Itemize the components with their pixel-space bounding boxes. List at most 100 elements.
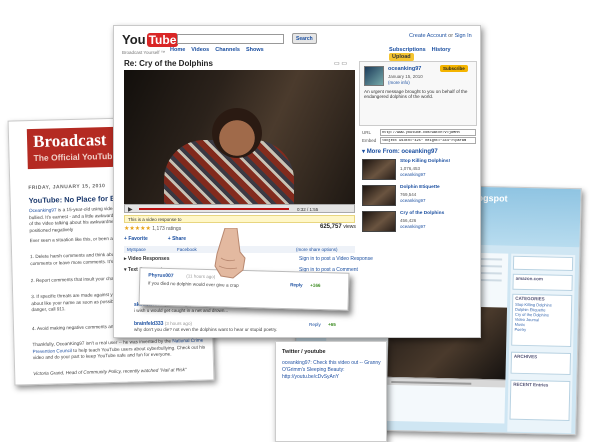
related-video-thumbnail[interactable] [362, 185, 396, 206]
more-info-link[interactable]: (more info) [388, 80, 410, 85]
related-video[interactable]: Cry of the Dolphins 456,426 oceanking97 [362, 211, 477, 233]
channel-date: January 15, 2010 [388, 74, 423, 79]
reply-link[interactable]: Reply [309, 322, 321, 327]
or-text: or [448, 33, 454, 39]
url-field[interactable] [380, 129, 476, 136]
account-links: Create Account or Sign In [409, 33, 472, 39]
related-video-author[interactable]: oceanking97 [400, 172, 426, 177]
main-nav: Home Videos Channels Shows [170, 47, 270, 53]
logo-tube: Tube [146, 33, 179, 47]
user-nav: Subscriptions HistoryUpload [389, 47, 480, 61]
ratings-count: 1,173 ratings [152, 226, 182, 232]
archives-box: ARCHIVES [510, 351, 572, 376]
related-video-title[interactable]: Cry of the Dolphins [400, 211, 475, 216]
search-input[interactable] [177, 34, 284, 44]
more-from-heading[interactable]: ▾ More From: oceanking97 [362, 148, 438, 155]
nav-home[interactable]: Home [170, 47, 185, 53]
comment-votes: +166 [310, 282, 321, 288]
view-count: 625,757 views [320, 224, 356, 230]
share-facebook[interactable]: Facebook [177, 247, 197, 252]
related-video-title[interactable]: Stop Killing Dolphins! [400, 159, 475, 164]
recent-entries-box: RECENT Entries [509, 379, 571, 422]
twitter-card: Twitter / youtube oceanking97: Check thi… [275, 341, 387, 442]
comment-text: why don't you die? not even the dolphins… [134, 327, 278, 332]
video-responses-label: Video Responses [127, 256, 170, 262]
blog-header-subtitle: The Official YouTub [33, 150, 113, 163]
more-share-options[interactable]: (more share options) [296, 247, 338, 252]
archives-heading: ARCHIVES [513, 353, 538, 360]
rating-stars-icon[interactable]: ★★★★★ [124, 226, 151, 232]
nav-history[interactable]: History [432, 47, 451, 53]
comment-item: brainfeld333 (3 hours ago) why don't you… [134, 321, 355, 332]
comment-date: (3 hours ago) [164, 321, 193, 326]
video-player[interactable] [124, 70, 355, 204]
player-controls[interactable]: ▶ 0:32 / 1:55 [124, 204, 355, 213]
play-icon[interactable]: ▶ [128, 206, 133, 213]
hand-icon [214, 228, 246, 279]
related-video[interactable]: Stop Killing Dolphins! 1,076,453 oceanki… [362, 159, 477, 181]
amazon-widget[interactable]: amazon.com [512, 273, 573, 292]
subscribe-button[interactable]: Subscribe [440, 65, 468, 72]
nav-channels[interactable]: Channels [215, 47, 240, 53]
favorite-button[interactable]: + Favorite [124, 236, 158, 242]
view-count-value: 625,757 [320, 224, 342, 230]
oceanking-link[interactable]: Oceanking97 [29, 207, 57, 213]
views-label: views [343, 224, 356, 230]
upload-button[interactable]: Upload [389, 53, 414, 61]
twitter-header[interactable]: Twitter / youtube [282, 349, 326, 355]
embed-field[interactable] [380, 137, 476, 144]
share-button[interactable]: + Share [168, 236, 196, 242]
view-size-icons[interactable]: ▭ ▭ [334, 60, 347, 67]
category-link[interactable]: Poetry [512, 327, 570, 333]
channel-box: oceanking97 January 15, 2010 (more info)… [359, 61, 477, 126]
url-field-row: URL [362, 129, 476, 136]
tweet-text[interactable]: oceanking97: Check this video out -- Gra… [282, 360, 382, 381]
comment-votes: +65 [328, 322, 336, 327]
video-responses-section: ▸ Video Responses Sign in to post a Vide… [124, 256, 373, 262]
more-from-label: More From: oceanking97 [366, 149, 438, 155]
url-label: URL [362, 130, 372, 135]
progress-bar[interactable] [139, 208, 289, 210]
post-date: FRIDAY, JANUARY 15, 2010 [28, 183, 106, 192]
embed-label: Embed [362, 138, 377, 143]
recent-entries-heading: RECENT Entries [513, 381, 549, 388]
rating: ★★★★★ 1,173 ratings [124, 225, 181, 232]
sign-in-link[interactable]: Sign In [455, 33, 472, 39]
categories-box: CATEGORIES Stop Killing Dolphins Dolphin… [511, 293, 573, 348]
related-video-thumbnail[interactable] [362, 159, 396, 180]
time-display: 0:32 / 1:55 [297, 206, 319, 212]
blogspot-sidebar: amazon.com CATEGORIES Stop Killing Dolph… [507, 253, 576, 434]
related-video-author[interactable]: oceanking97 [400, 198, 426, 203]
share-myspace[interactable]: MySpace [127, 247, 146, 252]
create-account-link[interactable]: Create Account [409, 33, 447, 39]
related-video-author[interactable]: oceanking97 [400, 224, 426, 229]
related-video-title[interactable]: Dolphin Etiquette [400, 185, 475, 190]
video-responses-heading[interactable]: ▸ Video Responses [124, 256, 170, 262]
blog-header-title: Broadcast [32, 130, 107, 151]
search-button[interactable]: Search [292, 33, 317, 44]
post-signature: Victoria Grand, Head of Community Policy… [33, 367, 187, 377]
channel-description: An urgent message brought to you on beha… [364, 89, 468, 99]
video-frame-head [212, 108, 262, 158]
nav-videos[interactable]: Videos [191, 47, 209, 53]
post-paragraph-7: Thankfully, OceanKing97 isn't a real use… [32, 337, 212, 361]
video-response-notice: This is a video response to [124, 215, 355, 223]
reply-link[interactable]: Reply [290, 282, 303, 287]
sidebar-box-top [512, 255, 574, 272]
nav-shows[interactable]: Shows [246, 47, 264, 53]
related-video-thumbnail[interactable] [362, 211, 396, 232]
amazon-label: amazon.com [515, 275, 544, 282]
related-video-views: 456,426 [400, 218, 417, 223]
share-label: Share [172, 236, 186, 242]
related-video-views: 769,544 [400, 192, 417, 197]
logo-you: You [122, 32, 146, 47]
video-actions: + Favorite + Share [124, 236, 206, 242]
post-video-response-link[interactable]: Sign in to post a Video Response [299, 256, 373, 262]
channel-username[interactable]: oceanking97 [388, 66, 421, 72]
related-video[interactable]: Dolphin Etiquette 769,544 oceanking97 [362, 185, 477, 207]
video-title: Re: Cry of the Dolphins [124, 59, 213, 68]
embed-field-row: Embed [362, 137, 476, 144]
related-video-views: 1,076,453 [400, 166, 421, 171]
comment-user[interactable]: Phyrus007 [148, 272, 173, 279]
channel-avatar[interactable] [364, 66, 384, 86]
